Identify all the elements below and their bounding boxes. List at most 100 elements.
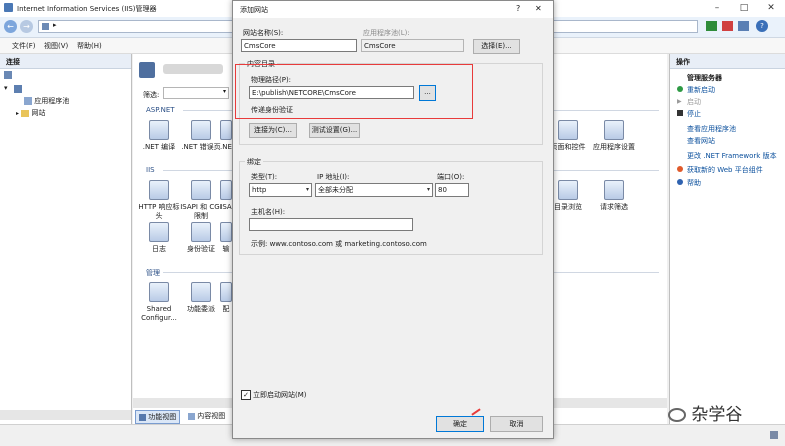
tree-expand-icon[interactable]: ▾ — [4, 84, 8, 92]
section-divider — [163, 272, 233, 273]
help-icon[interactable]: ? — [756, 20, 768, 32]
address-toolbar-icon[interactable] — [738, 21, 749, 31]
maximize-icon[interactable]: □ — [737, 2, 751, 14]
tree-expand-icon[interactable]: ▸ — [16, 110, 19, 117]
action-restart[interactable]: 重新启动 — [687, 85, 715, 95]
dialog-help-icon[interactable]: ? — [516, 4, 520, 13]
net-compile-icon — [149, 120, 169, 140]
site-name-label: 网站名称(S): — [243, 29, 284, 37]
menu-file[interactable]: 文件(F) — [12, 41, 36, 51]
start-now-checkbox[interactable]: ✓ — [241, 390, 251, 400]
ip-address-label: IP 地址(I): — [317, 173, 350, 181]
actions-pane: 操作 管理服务器 重新启动 ▶ 启动 停止 查看应用程序池 查看网站 更改 .N… — [669, 54, 785, 424]
filter-dropdown-icon[interactable]: ▾ — [223, 88, 226, 95]
connections-toolbar — [4, 71, 74, 81]
iis-app-icon — [4, 3, 13, 12]
restart-icon — [677, 86, 683, 92]
connections-scrollbar[interactable] — [0, 410, 131, 420]
feature-label: 应用程序设置 — [593, 143, 635, 151]
close-icon[interactable]: ✕ — [764, 2, 778, 14]
section-header-iis: IIS — [146, 166, 155, 174]
feature-request-filtering[interactable]: 请求筛选 — [591, 180, 637, 212]
action-view-app-pools[interactable]: 查看应用程序池 — [687, 124, 736, 134]
menu-help[interactable]: 帮助(H) — [77, 41, 102, 51]
config-icon — [220, 282, 232, 302]
address-toolbar-icon[interactable] — [722, 21, 733, 31]
feature-net-partial[interactable]: .NE — [219, 120, 233, 152]
cancel-button[interactable]: 取消 — [490, 416, 543, 432]
action-stop[interactable]: 停止 — [687, 109, 701, 119]
feature-label: 输 — [222, 245, 230, 253]
menu-view[interactable]: 视图(V) — [44, 41, 68, 51]
action-change-net-version[interactable]: 更改 .NET Framework 版本 — [687, 151, 777, 161]
isapi-icon — [220, 180, 232, 200]
blurred-server-name — [163, 64, 223, 74]
feature-authentication[interactable]: 身份验证 — [179, 222, 223, 254]
logging-icon — [149, 222, 169, 242]
ok-button[interactable]: 确定 — [436, 416, 484, 432]
net-feature-icon — [220, 120, 232, 140]
features-view-icon — [139, 413, 146, 421]
select-app-pool-button[interactable]: 选择(E)... — [473, 39, 520, 54]
forward-icon[interactable]: → — [20, 20, 33, 33]
action-help[interactable]: 帮助 — [687, 178, 701, 188]
web-platform-icon — [677, 166, 683, 172]
feature-label: 请求筛选 — [600, 203, 628, 211]
site-name-input[interactable]: CmsCore — [241, 39, 357, 52]
ip-address-select[interactable]: 全部未分配 ▾ — [315, 183, 433, 197]
type-label: 类型(T): — [251, 173, 278, 181]
feature-isapi-partial[interactable]: ISA — [219, 180, 233, 212]
feature-label: HTTP 响应标头 — [138, 203, 180, 220]
feature-output-partial[interactable]: 输 — [219, 222, 233, 254]
type-select-value: http — [252, 186, 267, 194]
feature-delegation[interactable]: 功能委派 — [179, 282, 223, 314]
chevron-down-icon: ▾ — [426, 186, 430, 193]
shared-config-icon — [149, 282, 169, 302]
connect-as-button[interactable]: 连接为(C)... — [249, 123, 297, 138]
action-get-web-platform[interactable]: 获取新的 Web 平台组件 — [687, 165, 763, 175]
actions-group-title: 管理服务器 — [687, 74, 722, 82]
feature-logging[interactable]: 日志 — [137, 222, 181, 254]
stop-icon — [677, 110, 683, 116]
section-divider — [183, 110, 233, 111]
tab-label: 内容视图 — [197, 412, 226, 420]
feature-label: 功能委派 — [187, 305, 215, 313]
tree-server-node[interactable]: ▾ — [4, 84, 124, 94]
dialog-title: 添加网站 — [240, 6, 268, 14]
address-toolbar-icon[interactable] — [706, 21, 717, 31]
breadcrumb-chevron-icon[interactable]: ▸ — [53, 21, 57, 29]
filter-input[interactable]: ▾ — [163, 87, 229, 99]
tab-content-view[interactable]: 内容视图 — [185, 410, 228, 422]
request-filtering-icon — [604, 180, 624, 200]
start-now-label: 立即启动网站(M) — [253, 391, 307, 399]
action-start[interactable]: 启动 — [687, 97, 701, 107]
feature-label: 页面和控件 — [550, 143, 586, 151]
port-input[interactable]: 80 — [435, 183, 469, 197]
minimize-icon[interactable]: – — [710, 2, 724, 14]
feature-net-error-pages[interactable]: .NET 错误页 — [179, 120, 223, 152]
feature-http-response-headers[interactable]: HTTP 响应标头 — [137, 180, 181, 221]
tree-item-app-pools[interactable]: 应用程序池 — [24, 96, 69, 106]
action-view-sites[interactable]: 查看网站 — [687, 136, 715, 146]
connect-icon[interactable] — [4, 71, 12, 79]
app-pool-input: CmsCore — [361, 39, 464, 52]
feature-config-partial[interactable]: 配 — [219, 282, 233, 314]
app-settings-icon — [604, 120, 624, 140]
tab-features-view[interactable]: 功能视图 — [135, 410, 181, 424]
hostname-input[interactable] — [249, 218, 413, 231]
dialog-close-icon[interactable]: ✕ — [535, 4, 542, 13]
section-divider — [553, 110, 659, 111]
test-settings-button[interactable]: 测试设置(G)... — [309, 123, 360, 138]
app-pools-icon — [24, 97, 32, 105]
type-select[interactable]: http ▾ — [249, 183, 312, 197]
feature-net-compile[interactable]: .NET 编译 — [137, 120, 181, 152]
directory-browsing-icon — [558, 180, 578, 200]
feature-shared-configuration[interactable]: Shared Configur... — [137, 282, 181, 323]
tree-item-sites[interactable]: ▸ 网站 — [16, 108, 45, 118]
back-icon[interactable]: ← — [4, 20, 17, 33]
watermark: 杂学谷 — [668, 400, 742, 425]
actions-header: 操作 — [670, 54, 785, 69]
section-divider — [163, 170, 233, 171]
feature-app-settings[interactable]: 应用程序设置 — [591, 120, 637, 152]
feature-isapi-cgi[interactable]: ISAPI 和 CGI 限制 — [179, 180, 223, 221]
